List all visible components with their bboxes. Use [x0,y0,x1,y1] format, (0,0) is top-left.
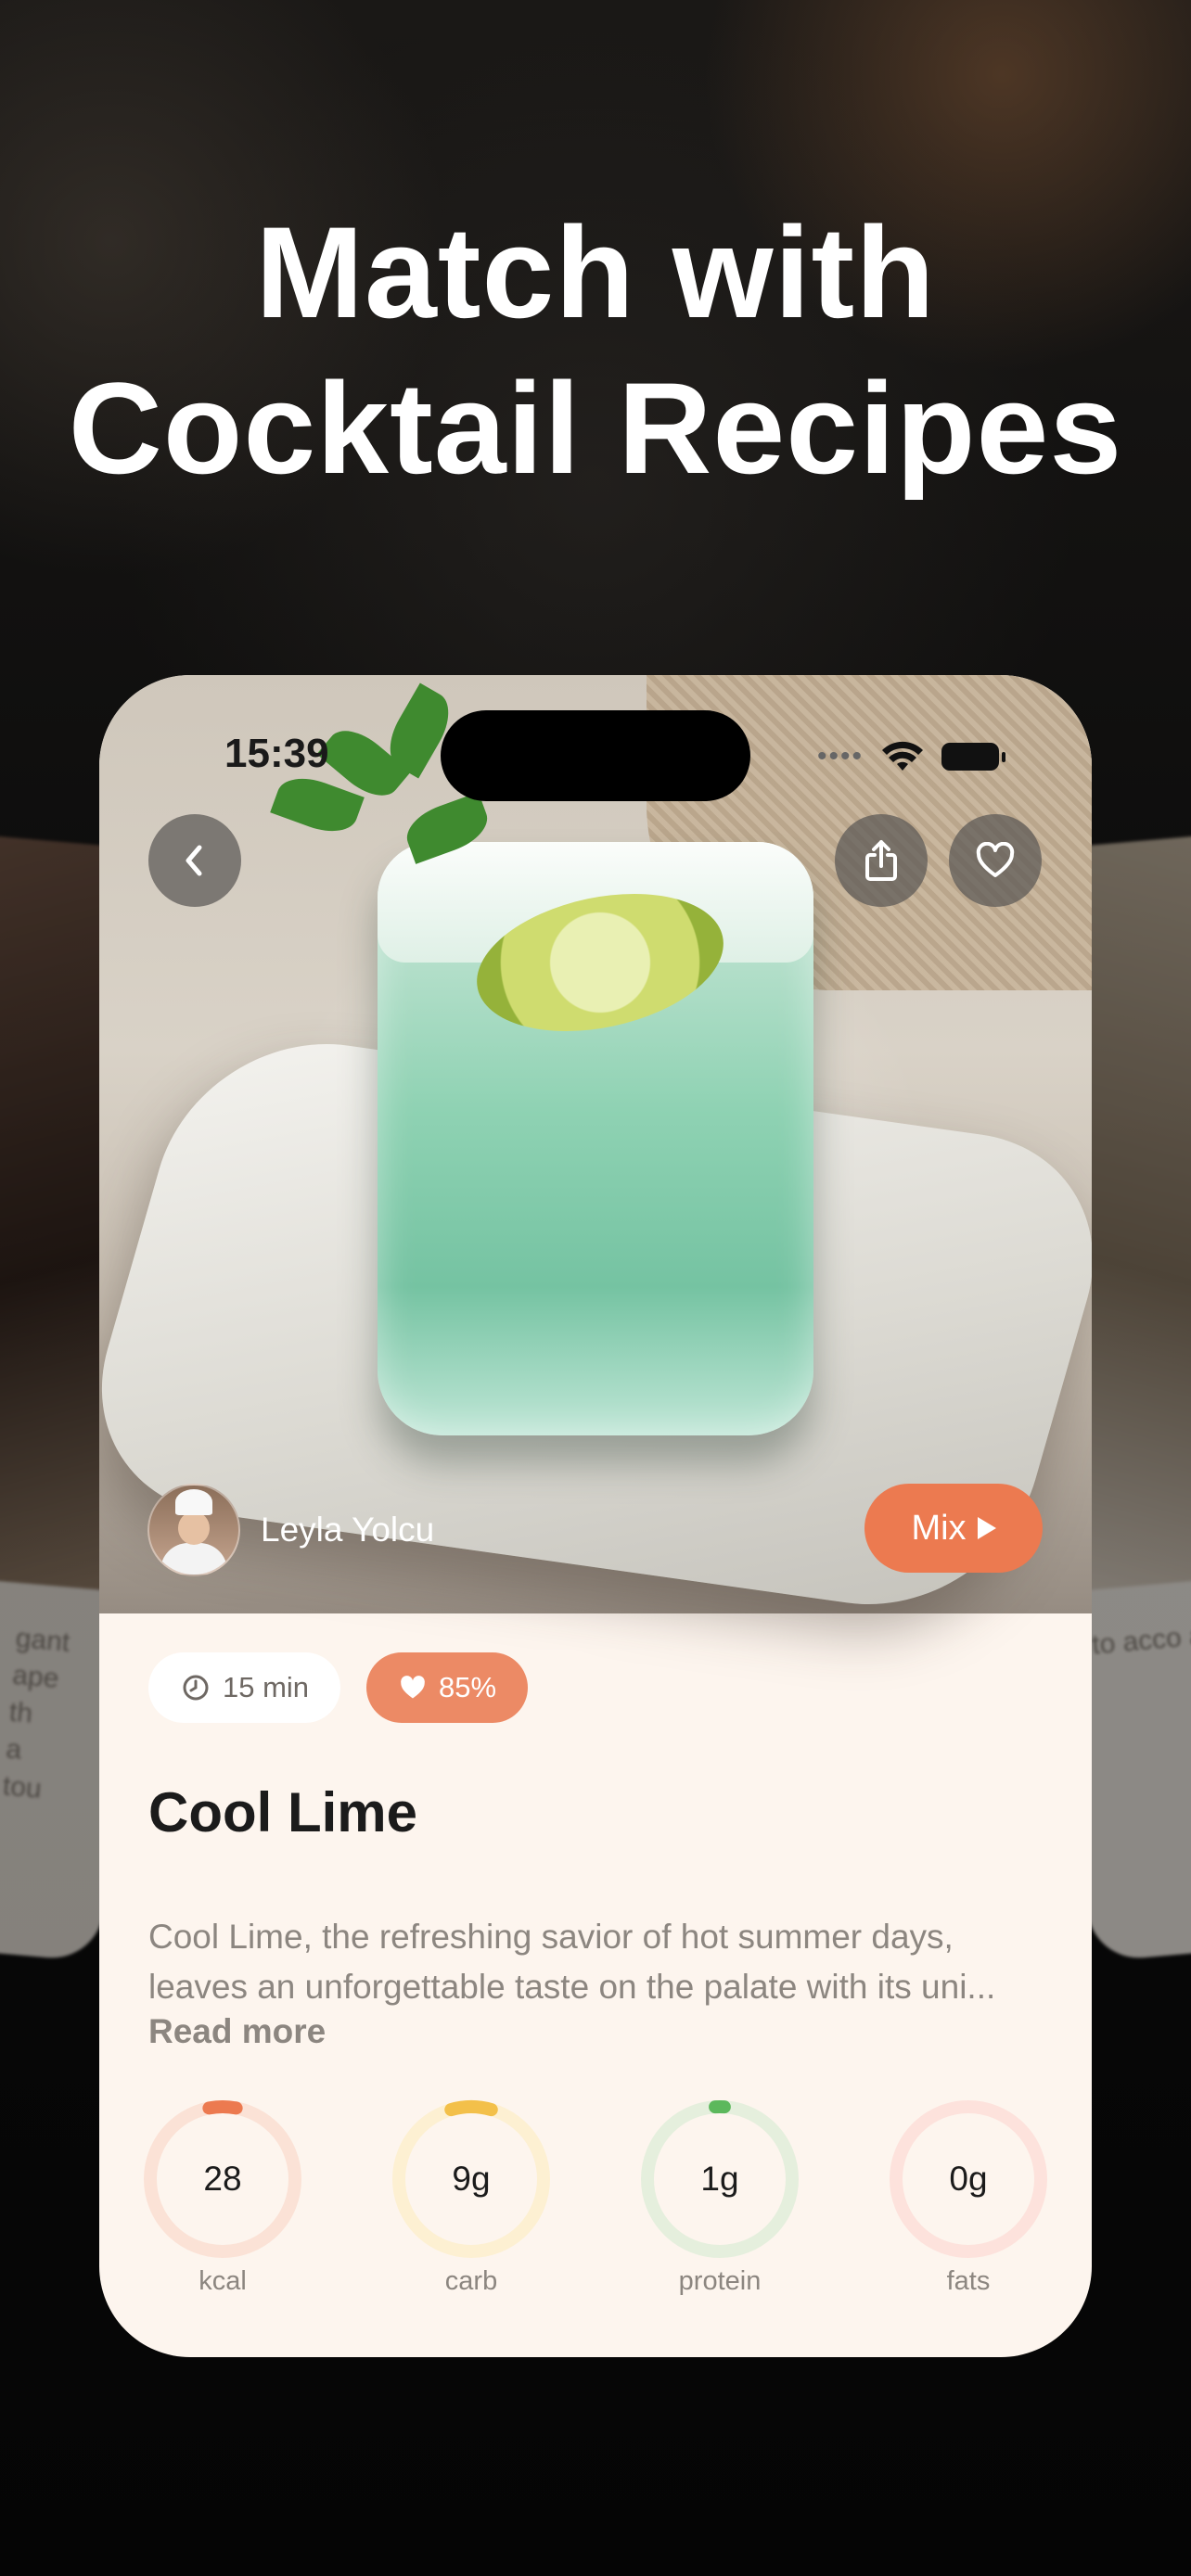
macro-fats: 0g fats [885,2096,1052,2297]
author-name: Leyla Yolcu [261,1511,435,1549]
macro-protein: 1g protein [636,2096,803,2297]
time-chip: 15 min [148,1652,341,1723]
play-icon [977,1517,996,1539]
chevron-left-icon [186,845,202,876]
headline-line-2: Cocktail Recipes [68,355,1123,501]
wifi-icon [882,741,923,771]
recipe-title: Cool Lime [148,1781,418,1843]
back-button[interactable] [148,814,241,907]
signal-icon: •••• [816,741,864,772]
author[interactable]: Leyla Yolcu [147,1484,434,1576]
clock-icon [183,1675,209,1701]
macro-label: carb [444,2266,498,2296]
share-icon [865,840,897,881]
headline-line-1: Match with [255,199,936,345]
favorite-button[interactable] [949,814,1042,907]
recipe-chips: 15 min 85% [148,1652,529,1723]
macro-label: protein [678,2266,762,2296]
macro-kcal: 28 kcal [139,2096,306,2297]
heart-icon [976,842,1015,877]
mix-button-label: Mix [911,1508,967,1548]
description-line-2: leaves an unforgettable taste on the pal… [148,1968,996,2006]
macro-label: kcal [198,2266,247,2296]
macro-value: 28 [203,2160,242,2198]
macro-carb: 9g carb [388,2096,555,2297]
heart-icon [401,1676,425,1699]
likes-chip-label: 85% [439,1671,497,1703]
recipe-details: 15 min 85% Cool Lime Cool Lime, the refr… [99,1613,1092,2357]
macro-value: 0g [949,2160,988,2198]
description-line-1: Cool Lime, the refreshing savior of hot … [148,1918,954,1956]
battery-icon [941,743,1005,771]
mix-button[interactable]: Mix [864,1484,1043,1573]
avatar [147,1484,240,1576]
recipe-card: 15:39 •••• Leyla Yolcu Mix 15 min 85% Co… [99,675,1092,2357]
status-icons: •••• [816,738,1005,775]
dynamic-island [441,710,750,801]
time-chip-label: 15 min [223,1671,310,1703]
macro-label: fats [946,2266,991,2296]
headline: Match with Cocktail Recipes [0,195,1191,506]
recipe-description: Cool Lime, the refreshing savior of hot … [148,1912,1044,2012]
share-button[interactable] [835,814,928,907]
macro-value: 1g [700,2160,739,2198]
read-more-link[interactable]: Read more [148,2012,326,2051]
macro-value: 9g [452,2160,491,2198]
cocktail-photo: 15:39 •••• Leyla Yolcu Mix [99,675,1092,1624]
status-time: 15:39 [224,731,329,776]
likes-chip: 85% [366,1652,529,1723]
